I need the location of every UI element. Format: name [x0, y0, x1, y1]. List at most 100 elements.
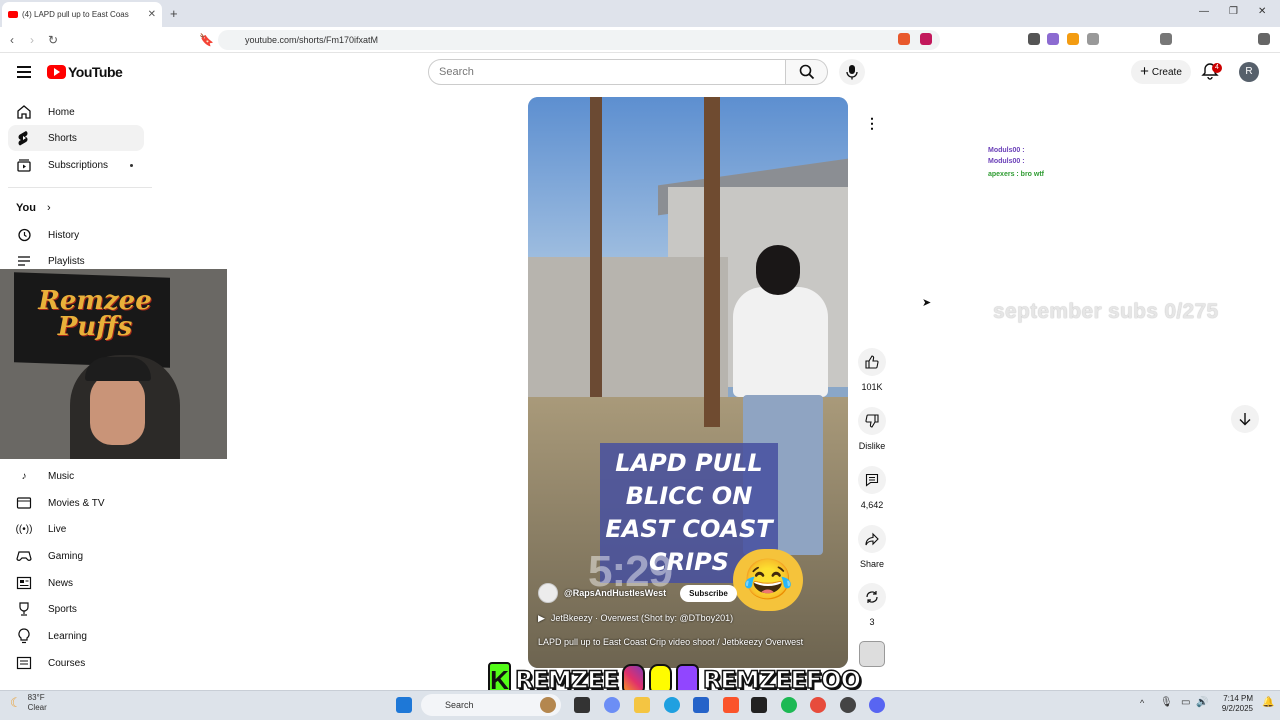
notifications-icon[interactable]: 🔔	[1262, 697, 1274, 708]
sound-thumbnail[interactable]	[859, 641, 885, 667]
like-button[interactable]	[858, 348, 886, 376]
tab-title: (4) LAPD pull up to East Coas	[22, 10, 129, 19]
voice-search-button[interactable]	[839, 59, 865, 85]
logo-text: YouTube	[68, 64, 123, 80]
more-vert-icon: ⋮	[865, 114, 879, 131]
forward-icon[interactable]: ›	[30, 33, 34, 47]
subscribe-button[interactable]: Subscribe	[680, 584, 737, 602]
brave-shield-icon[interactable]	[898, 33, 910, 45]
extension-icon[interactable]	[1028, 33, 1040, 45]
task-view-icon[interactable]	[574, 697, 590, 713]
history-icon	[16, 227, 32, 243]
obs-icon[interactable]	[840, 697, 856, 713]
browser-tab[interactable]: (4) LAPD pull up to East Coas ✕	[2, 2, 162, 27]
you-label: You	[16, 202, 36, 214]
video-utility-pole	[590, 97, 602, 397]
chevron-up-icon[interactable]: ^	[1140, 698, 1144, 708]
remix-button[interactable]	[858, 583, 886, 611]
streamer-cap	[85, 357, 151, 381]
close-tab-icon[interactable]: ✕	[148, 9, 156, 20]
next-video-button[interactable]	[1231, 405, 1259, 433]
shorts-video-player[interactable]: LAPD PULL BLICC ON EAST COAST CRIPS 5:29…	[528, 97, 848, 668]
avatar[interactable]: R	[1239, 62, 1259, 82]
video-graffiti-wall	[528, 257, 728, 417]
sidebar-item-label: History	[48, 229, 80, 241]
live-icon: ((•))	[15, 523, 33, 535]
network-icon[interactable]: ▭	[1181, 697, 1190, 708]
sidebar-item-history[interactable]: History	[8, 222, 144, 248]
app-icon[interactable]	[540, 697, 556, 713]
music-row[interactable]: ▶ JetBkeezy · Overwest (Shot by: @DTboy2…	[538, 613, 733, 624]
dislike-button[interactable]	[858, 407, 886, 435]
subscriptions-icon	[16, 157, 32, 173]
sidebar-item-shorts[interactable]: Shorts	[8, 125, 144, 151]
search-input[interactable]: Search	[428, 59, 786, 85]
chat-message: apexers : bro wtf	[988, 171, 1045, 178]
sidebar-item-live[interactable]: ((•)) Live	[8, 516, 144, 542]
divider	[8, 187, 152, 188]
remix-icon	[866, 591, 878, 603]
share-icon	[865, 532, 879, 546]
back-icon[interactable]: ‹	[10, 33, 14, 47]
discord-icon[interactable]	[869, 697, 885, 713]
brave-icon[interactable]	[723, 697, 739, 713]
url-field[interactable]: youtube.com/shorts/Fm170ifxatM	[218, 30, 940, 50]
sidebar-item-music[interactable]: ♪ Music	[8, 463, 144, 489]
dislike-label: Dislike	[858, 441, 886, 451]
chat-message: Moduls00 :	[988, 147, 1025, 154]
bookmark-icon[interactable]: 🔖	[199, 33, 214, 47]
app-icon[interactable]	[751, 697, 767, 713]
microphone-icon[interactable]: 🎙	[1160, 697, 1173, 708]
sidebar-item-movies[interactable]: Movies & TV	[8, 490, 144, 516]
close-window-icon[interactable]: ✕	[1258, 6, 1266, 17]
search-button[interactable]	[786, 59, 828, 85]
sidebar-item-sports[interactable]: Sports	[8, 596, 144, 622]
sidebar-item-home[interactable]: Home	[8, 99, 144, 125]
video-title[interactable]: LAPD pull up to East Coast Crip video sh…	[538, 637, 838, 647]
chat-message: Moduls00 :	[988, 158, 1025, 165]
taskbar-clock[interactable]: 7:14 PM 9/2/2025	[1213, 694, 1253, 714]
store-icon[interactable]	[693, 697, 709, 713]
channel-name[interactable]: @RapsAndHustlesWest	[564, 588, 666, 598]
extension-icon[interactable]	[1047, 33, 1059, 45]
reload-icon[interactable]: ↻	[48, 33, 58, 47]
gaming-icon	[16, 548, 32, 564]
volume-icon[interactable]: 🔊	[1196, 697, 1208, 708]
notification-badge: 4	[1212, 63, 1222, 73]
sidebar-item-subscriptions[interactable]: Subscriptions	[8, 152, 144, 178]
new-tab-icon[interactable]: +	[170, 6, 178, 21]
channel-avatar[interactable]	[538, 583, 558, 603]
copilot-icon[interactable]	[604, 697, 620, 713]
video-person-head	[756, 245, 800, 295]
media-icon[interactable]	[1160, 33, 1172, 45]
sidebar-item-news[interactable]: News	[8, 570, 144, 596]
sidebar-item-learning[interactable]: Learning	[8, 623, 144, 649]
windows-start-icon[interactable]	[396, 697, 412, 713]
movies-icon	[16, 495, 32, 511]
comments-button[interactable]	[858, 466, 886, 494]
menu-icon[interactable]	[1258, 33, 1270, 45]
share-button[interactable]	[858, 525, 886, 553]
edge-icon[interactable]	[664, 697, 680, 713]
you-section-header[interactable]: You ›	[16, 202, 51, 214]
youtube-logo[interactable]: YouTube	[47, 64, 123, 80]
extension-icon[interactable]	[1067, 33, 1079, 45]
weather-widget[interactable]: ☾ 83°F Clear	[10, 693, 47, 713]
sidebar-item-gaming[interactable]: Gaming	[8, 543, 144, 569]
more-options-button[interactable]: ⋮	[858, 109, 886, 137]
chrome-icon[interactable]	[810, 697, 826, 713]
sidebar-item-courses[interactable]: Courses	[8, 650, 144, 676]
minimize-icon[interactable]: —	[1199, 6, 1209, 17]
file-explorer-icon[interactable]	[634, 697, 650, 713]
hamburger-menu-icon[interactable]	[17, 66, 31, 81]
restore-icon[interactable]: ❐	[1229, 6, 1238, 17]
temperature: 83°F	[27, 693, 45, 702]
brave-rewards-icon[interactable]	[920, 33, 932, 45]
spotify-icon[interactable]	[781, 697, 797, 713]
create-button[interactable]: + Create	[1131, 60, 1191, 84]
extension-icon[interactable]	[1087, 33, 1099, 45]
share-label: Share	[859, 559, 885, 569]
trophy-icon	[16, 601, 32, 617]
video-person-shirt	[733, 287, 828, 397]
search-icon	[799, 64, 815, 80]
